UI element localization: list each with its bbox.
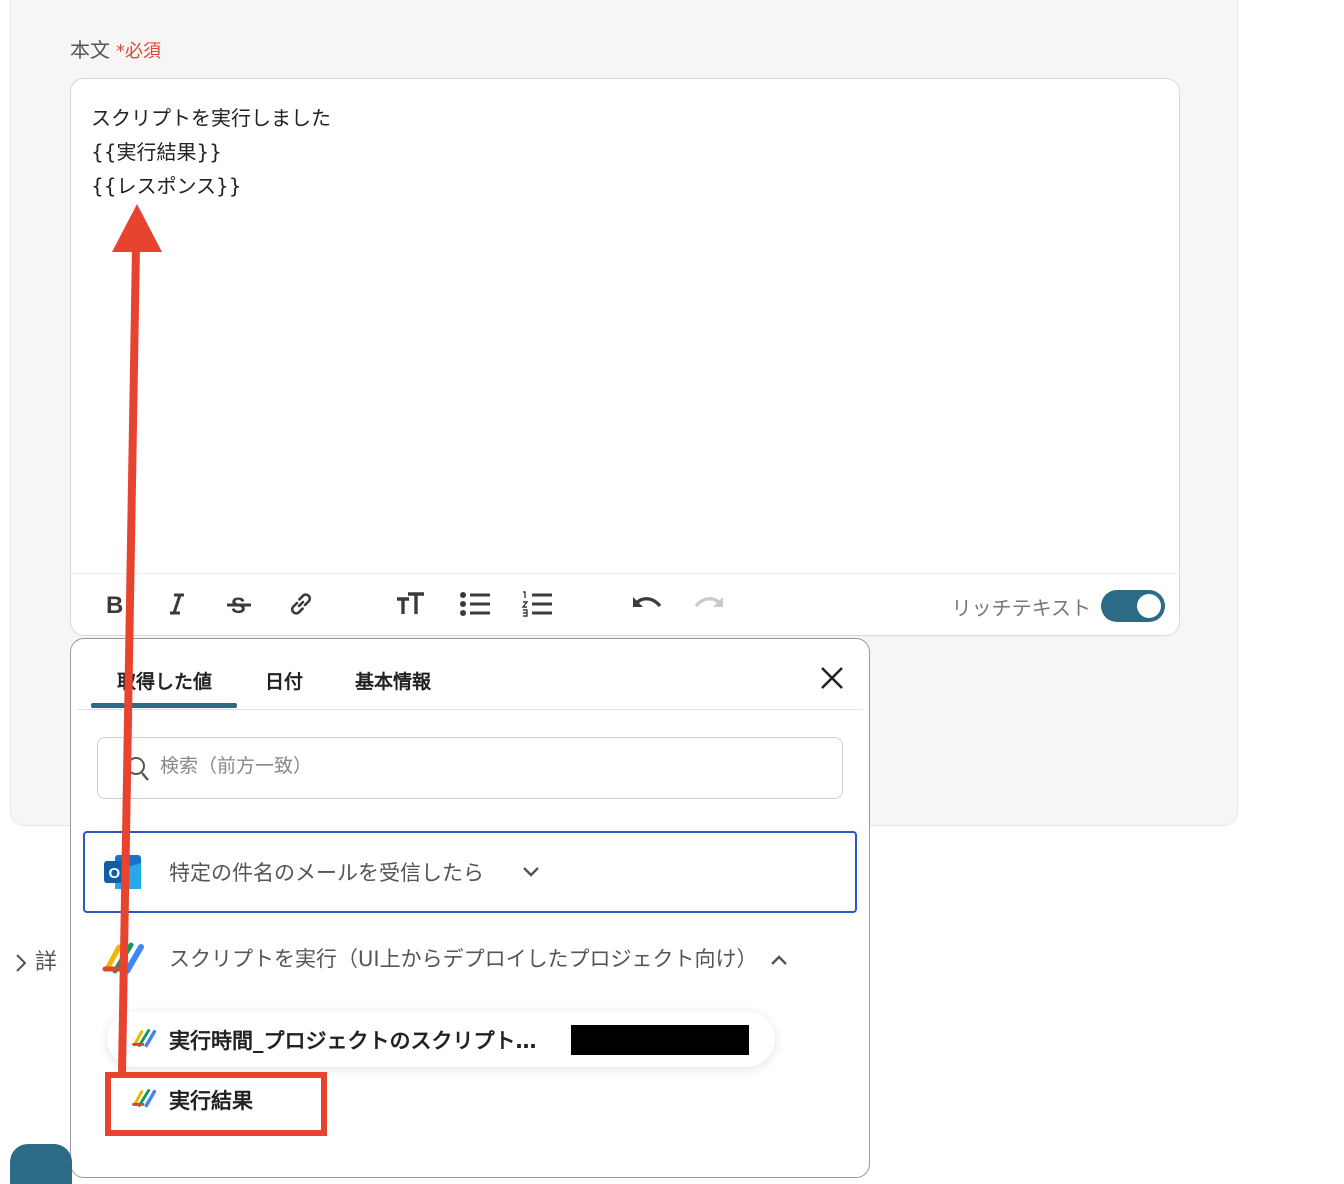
link-icon[interactable] <box>283 586 319 622</box>
tab-date[interactable]: 日付 <box>265 667 303 694</box>
tab-acquired-values[interactable]: 取得した値 <box>117 667 212 694</box>
bottom-action-button[interactable] <box>10 1144 72 1184</box>
required-text: 必須 <box>125 41 161 62</box>
search-input[interactable] <box>158 754 822 778</box>
value-item-exec-time[interactable]: 実行時間_プロジェクトのスクリプト… <box>107 1011 775 1067</box>
rich-text-label: リッチテキスト <box>951 596 1091 620</box>
rich-text-toggle[interactable] <box>1101 590 1165 622</box>
value-item-label: 実行時間_プロジェクトのスクリプト… <box>169 1029 537 1053</box>
tabs-divider <box>77 709 863 710</box>
svg-text:B: B <box>106 592 123 616</box>
editor-content[interactable]: スクリプトを実行しました {{実行結果}} {{レスポンス}} <box>91 101 331 203</box>
details-toggle[interactable]: 詳 <box>14 944 57 976</box>
body-editor[interactable]: スクリプトを実行しました {{実行結果}} {{レスポンス}} B S <box>70 78 1180 636</box>
strikethrough-icon[interactable]: S <box>221 586 257 622</box>
field-label-text: 本文 <box>70 38 110 62</box>
active-tab-indicator <box>91 703 237 708</box>
chevron-right-icon <box>16 954 27 972</box>
required-mark: * <box>116 41 125 62</box>
editor-line-3[interactable]: {{レスポンス}} <box>91 169 331 203</box>
toggle-knob <box>1137 594 1161 618</box>
editor-line-2[interactable]: {{実行結果}} <box>91 135 331 169</box>
apps-script-icon <box>132 1029 157 1048</box>
text-size-icon[interactable] <box>393 586 429 622</box>
tab-basic-info[interactable]: 基本情報 <box>355 667 431 694</box>
editor-line-1[interactable]: スクリプトを実行しました <box>91 101 331 135</box>
close-icon[interactable] <box>817 663 847 693</box>
chevron-down-icon <box>523 867 539 877</box>
italic-icon[interactable] <box>159 586 195 622</box>
redo-icon[interactable] <box>691 586 727 622</box>
apps-script-icon <box>102 942 144 974</box>
body-field-label: 本文 *必須 <box>70 34 161 63</box>
search-box[interactable] <box>97 737 843 799</box>
picker-tabs: 取得した値 日付 基本情報 <box>71 639 869 709</box>
search-icon <box>127 757 149 781</box>
bulleted-list-icon[interactable] <box>457 586 493 622</box>
required-indicator: *必須 <box>116 41 161 62</box>
annotation-highlight-box <box>105 1072 327 1136</box>
group-label-outlook: 特定の件名のメールを受信したら <box>169 861 484 885</box>
svg-text:O: O <box>109 865 121 882</box>
redacted-value <box>571 1025 749 1055</box>
editor-toolbar: B S リッチテキスト <box>71 573 1179 636</box>
details-label: 詳 <box>35 950 58 975</box>
outlook-icon: O <box>104 855 141 889</box>
trigger-group-outlook[interactable]: O 特定の件名のメールを受信したら <box>83 831 857 913</box>
group-label-apps-script: スクリプトを実行（UI上からデプロイしたプロジェクト向け） <box>169 947 758 971</box>
numbered-list-icon[interactable] <box>519 586 555 622</box>
undo-icon[interactable] <box>629 586 665 622</box>
bold-icon[interactable]: B <box>97 586 133 622</box>
chevron-up-icon <box>771 955 787 965</box>
